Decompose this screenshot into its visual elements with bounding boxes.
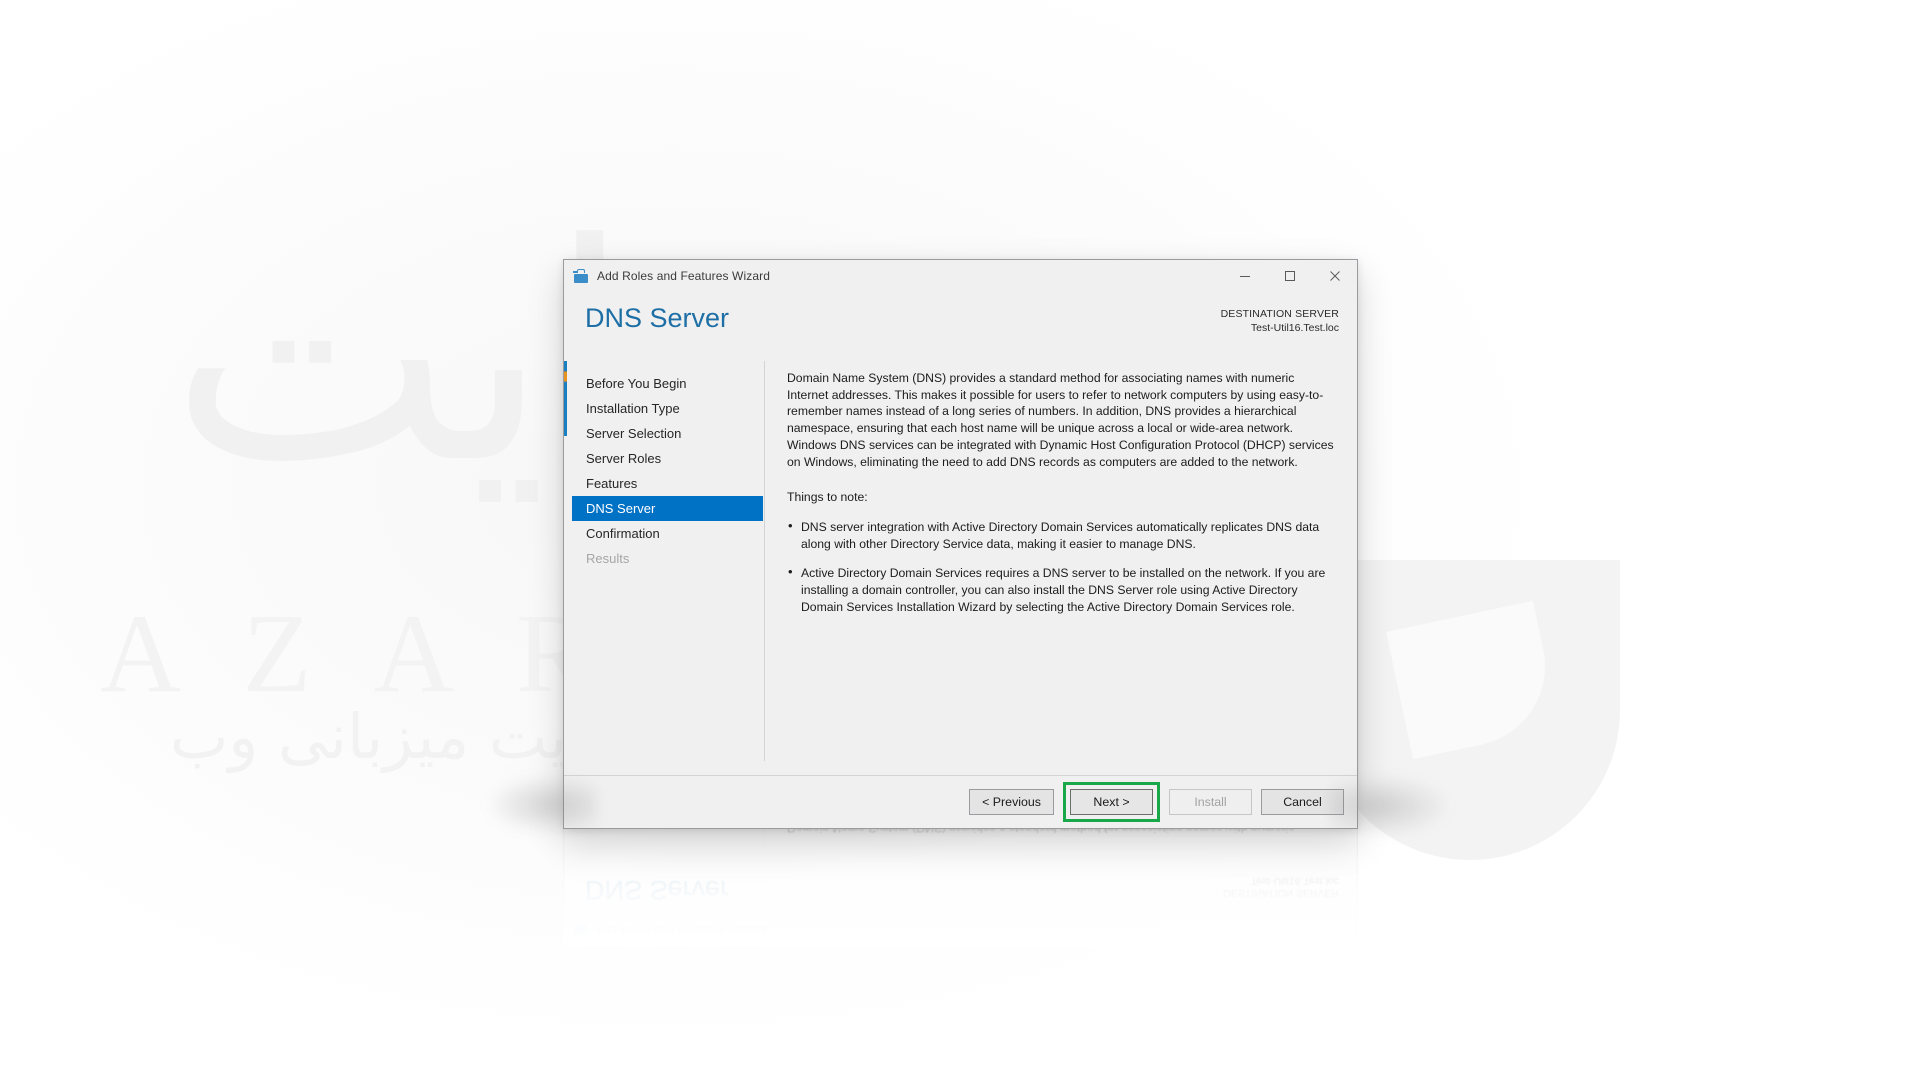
intro-paragraph: Domain Name System (DNS) provides a stan…	[787, 371, 1334, 469]
window-controls	[1222, 260, 1357, 291]
maximize-icon[interactable]	[1267, 260, 1312, 291]
reflection-page-title: DNS Server	[585, 875, 730, 905]
reflection-dest-label: DESTINATION SERVER	[1223, 887, 1339, 899]
cancel-button-wrap: Cancel	[1261, 789, 1344, 815]
reflection-title: Add Roles and Features Wizard	[596, 923, 767, 938]
previous-button-wrap: < Previous	[969, 789, 1054, 815]
sidebar-item-server-selection[interactable]: Server Selection	[572, 421, 764, 446]
previous-button[interactable]: < Previous	[969, 789, 1054, 815]
sidebar-item-dns-server[interactable]: DNS Server	[572, 496, 763, 521]
install-button-wrap: Install	[1169, 789, 1252, 815]
wizard-footer: < Previous Next > Install Cancel	[564, 775, 1357, 828]
next-button-highlight: Next >	[1063, 782, 1160, 822]
screenshot-canvas: سایت AZARSYS سرعت بی نهایت میزبانی وب Ad…	[0, 0, 1920, 1080]
wizard-navigation: Before You Begin Installation Type Serve…	[572, 361, 765, 761]
notes-list: DNS server integration with Active Direc…	[787, 518, 1337, 616]
title-bar[interactable]: Add Roles and Features Wizard	[564, 260, 1357, 291]
next-button[interactable]: Next >	[1070, 789, 1153, 815]
destination-server-label: DESTINATION SERVER	[1220, 308, 1339, 320]
destination-server-block: DESTINATION SERVER Test-Util16.Test.loc	[1221, 301, 1339, 335]
sidebar-item-server-roles[interactable]: Server Roles	[572, 446, 764, 471]
sidebar-item-before-you-begin[interactable]: Before You Begin	[572, 371, 764, 396]
list-item: DNS server integration with Active Direc…	[787, 518, 1337, 552]
window-title: Add Roles and Features Wizard	[597, 268, 770, 283]
window-reflection-mirror: Add Roles and Features Wizard DNS Server…	[563, 829, 1358, 947]
reflection-nav-0: Before You Begin	[572, 829, 764, 835]
wizard-toolbox-icon	[573, 268, 589, 284]
install-button: Install	[1169, 789, 1252, 815]
wizard-header: DNS Server DESTINATION SERVER Test-Util1…	[564, 291, 1357, 361]
close-icon[interactable]	[1312, 260, 1357, 291]
page-title: DNS Server	[585, 303, 730, 333]
reflection-paragraph: Domain Name System (DNS) provides a stan…	[787, 829, 1337, 836]
destination-server-value: Test-Util16.Test.loc	[1250, 322, 1339, 334]
cancel-button[interactable]: Cancel	[1261, 789, 1344, 815]
sidebar-item-results: Results	[586, 551, 630, 566]
reflection-dest-value: Test-Util16.Test.loc	[1250, 875, 1339, 887]
wizard-content: Domain Name System (DNS) provides a stan…	[765, 361, 1357, 775]
list-item: Active Directory Domain Services require…	[787, 564, 1337, 615]
add-roles-and-features-wizard-window: Add Roles and Features Wizard DNS Server…	[563, 259, 1358, 829]
window-reflection: Add Roles and Features Wizard DNS Server…	[563, 829, 1358, 947]
sidebar-item-confirmation[interactable]: Confirmation	[572, 521, 764, 546]
watermark-logo-shape	[1320, 560, 1620, 860]
sidebar-item-installation-type[interactable]: Installation Type	[572, 396, 764, 421]
things-to-note-heading: Things to note:	[787, 490, 868, 505]
minimize-icon[interactable]	[1222, 260, 1267, 291]
wizard-body: Before You Begin Installation Type Serve…	[564, 361, 1357, 775]
sidebar-item-features[interactable]: Features	[572, 471, 764, 496]
